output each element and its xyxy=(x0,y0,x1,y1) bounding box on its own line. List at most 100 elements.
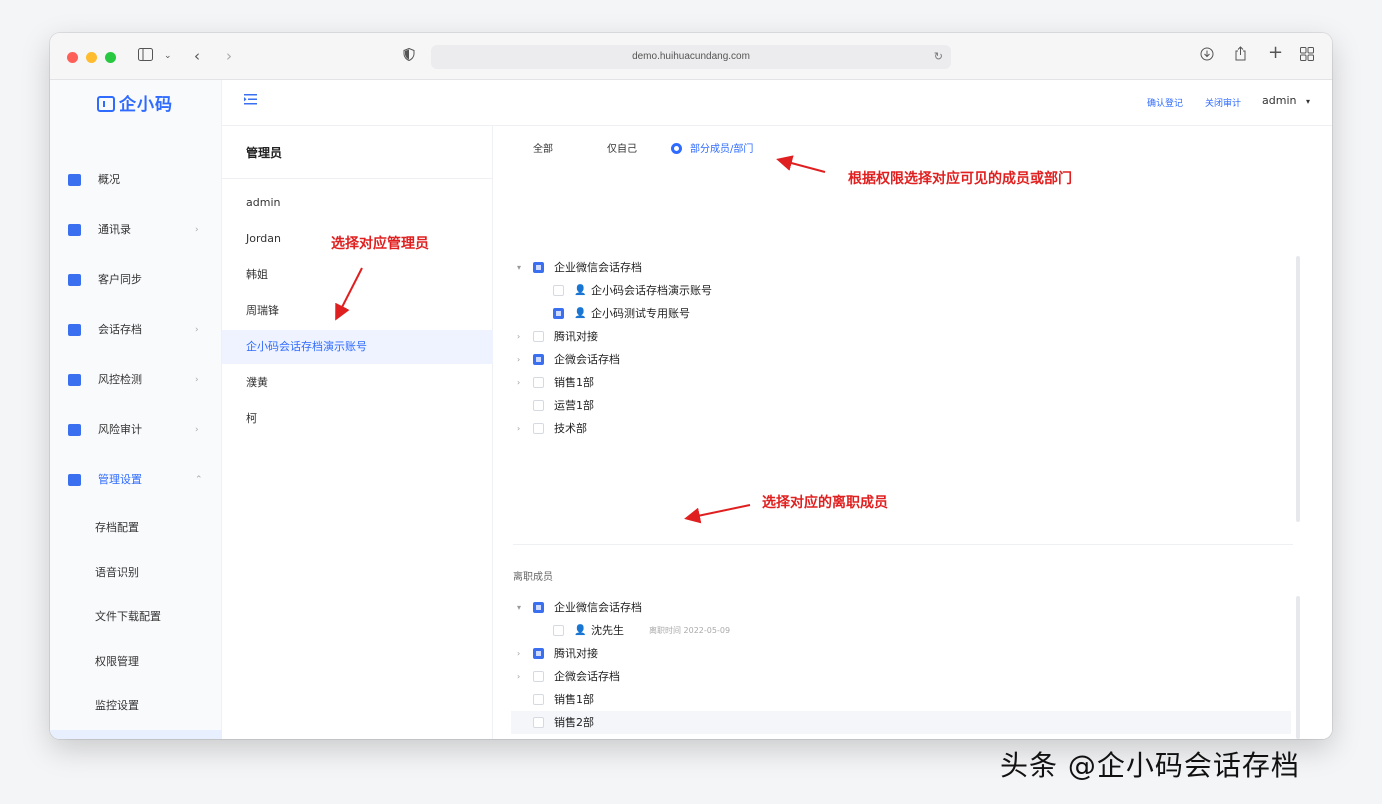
sidebar-subitem-label: 存档配置 xyxy=(95,521,139,534)
sidebar-item-0[interactable]: 概况 xyxy=(50,165,222,195)
minimize-window-button[interactable] xyxy=(86,52,97,63)
chevron-down-icon[interactable]: ⌄ xyxy=(164,46,172,66)
user-icon: 👤 xyxy=(574,308,587,319)
expand-caret-icon[interactable]: ▾ xyxy=(517,596,521,619)
tab-overview-icon[interactable] xyxy=(1300,46,1314,66)
chevron-icon: › xyxy=(195,225,199,235)
tree-checkbox[interactable] xyxy=(533,377,544,388)
tree-checkbox[interactable] xyxy=(533,423,544,434)
tree-dept-row[interactable]: 销售2部 xyxy=(511,711,1291,734)
tree-checkbox[interactable] xyxy=(533,262,544,273)
expand-caret-icon[interactable]: › xyxy=(517,371,520,394)
tree-member-row[interactable]: 👤 沈先生 离职时间 2022-05-09 xyxy=(511,619,1291,642)
resigned-scrollbar[interactable] xyxy=(1296,596,1300,739)
sidebar-subitem-label: 查看权限 xyxy=(95,730,139,739)
close-window-button[interactable] xyxy=(67,52,78,63)
browser-toolbar: ⌄ ‹ › demo.huihuacundang.com ↻ + xyxy=(50,33,1332,80)
reload-icon[interactable]: ↻ xyxy=(934,45,943,69)
admin-list-item[interactable]: 周瑞锋 xyxy=(222,294,493,328)
tree-checkbox[interactable] xyxy=(533,331,544,342)
settings-icon xyxy=(68,474,81,486)
tree-member-row[interactable]: 👤 企小码测试专用账号 xyxy=(511,302,1291,325)
forward-icon[interactable]: › xyxy=(226,46,232,66)
expand-caret-icon[interactable]: › xyxy=(517,348,520,371)
sidebar-subitem-5[interactable]: 查看权限 xyxy=(50,730,222,739)
admin-list-title: 管理员 xyxy=(246,146,283,160)
tree-dept-row[interactable]: ▾ 企业微信会话存档 xyxy=(511,256,1291,279)
share-icon[interactable] xyxy=(1234,46,1247,66)
tree-dept-row[interactable]: › 企微会话存档 xyxy=(511,348,1291,371)
zoom-window-button[interactable] xyxy=(105,52,116,63)
tree-dept-row[interactable]: › 销售1部 xyxy=(511,371,1291,394)
tree-dept-row[interactable]: 销售1部 xyxy=(511,688,1291,711)
tree-dept-row[interactable]: › 企微会话存档 xyxy=(511,665,1291,688)
tree-checkbox[interactable] xyxy=(553,285,564,296)
sidebar-item-3[interactable]: 会话存档 › xyxy=(50,315,222,345)
tree-checkbox[interactable] xyxy=(533,717,544,728)
tree-checkbox[interactable] xyxy=(533,648,544,659)
sidebar-item-5[interactable]: 风险审计 › xyxy=(50,415,222,445)
shield-icon[interactable] xyxy=(403,46,415,66)
sidebar-item-2[interactable]: 客户同步 xyxy=(50,265,222,295)
header-link-close-audit[interactable]: 关闭审计 xyxy=(1205,96,1241,109)
expand-caret-icon[interactable]: › xyxy=(517,665,520,688)
sidebar-subitem-0[interactable]: 存档配置 xyxy=(50,508,222,548)
admin-name: 韩姐 xyxy=(246,268,268,281)
tree-checkbox[interactable] xyxy=(533,602,544,613)
tree-checkbox[interactable] xyxy=(533,400,544,411)
tree-label: 运营1部 xyxy=(554,734,594,739)
admin-list-item[interactable]: admin xyxy=(222,186,493,220)
visibility-option-label: 仅自己 xyxy=(607,144,637,155)
divider xyxy=(222,178,492,179)
admin-name: admin xyxy=(246,196,281,209)
expand-caret-icon[interactable]: › xyxy=(517,325,520,348)
tree-checkbox[interactable] xyxy=(553,308,564,319)
members-scrollbar[interactable] xyxy=(1296,256,1300,522)
logo[interactable]: 企小码 xyxy=(97,90,173,115)
tree-label: 销售1部 xyxy=(554,376,594,389)
tree-dept-row[interactable]: ▾ 企业微信会话存档 xyxy=(511,596,1291,619)
visibility-option-0[interactable]: 全部 xyxy=(533,140,553,160)
tree-dept-row[interactable]: 运营1部 xyxy=(511,734,1291,739)
sidebar-item-label: 通讯录 xyxy=(98,223,131,236)
admin-name: Jordan xyxy=(246,232,281,245)
tree-checkbox[interactable] xyxy=(533,694,544,705)
download-icon[interactable] xyxy=(1200,46,1214,66)
visibility-option-1[interactable]: 仅自己 xyxy=(607,140,637,160)
tree-dept-row[interactable]: 运营1部 xyxy=(511,394,1291,417)
sidebar-item-4[interactable]: 风控检测 › xyxy=(50,365,222,395)
tree-member-row[interactable]: 👤 企小码会话存档演示账号 xyxy=(511,279,1291,302)
sidebar-subitem-3[interactable]: 权限管理 xyxy=(50,642,222,682)
tree-checkbox[interactable] xyxy=(553,625,564,636)
sidebar-subitem-4[interactable]: 监控设置 xyxy=(50,686,222,726)
tree-dept-row[interactable]: › 腾讯对接 xyxy=(511,325,1291,348)
expand-caret-icon[interactable]: › xyxy=(517,417,520,440)
collapse-menu-icon[interactable] xyxy=(244,94,257,109)
header-link-confirm[interactable]: 确认登记 xyxy=(1147,96,1183,109)
back-icon[interactable]: ‹ xyxy=(194,46,200,66)
visibility-option-2[interactable]: 部分成员/部门 xyxy=(671,140,753,160)
expand-caret-icon[interactable]: ▾ xyxy=(517,256,521,279)
admin-list-item[interactable]: 韩姐 xyxy=(222,258,493,292)
address-bar[interactable]: demo.huihuacundang.com ↻ xyxy=(431,45,951,69)
admin-list-item[interactable]: 柯 xyxy=(222,402,493,436)
admin-list-item[interactable]: 企小码会话存档演示账号 xyxy=(222,330,493,364)
admin-list-item[interactable]: 濮黄 xyxy=(222,366,493,400)
tree-dept-row[interactable]: › 技术部 xyxy=(511,417,1291,440)
annotation-select-resigned: 选择对应的离职成员 xyxy=(762,495,888,511)
user-menu[interactable]: admin ▾ xyxy=(1262,94,1310,107)
new-tab-icon[interactable]: + xyxy=(1268,43,1283,63)
tree-label: 腾讯对接 xyxy=(554,647,598,660)
tree-checkbox[interactable] xyxy=(533,671,544,682)
expand-caret-icon[interactable]: › xyxy=(517,642,520,665)
sidebar-subitem-1[interactable]: 语音识别 xyxy=(50,553,222,593)
resigned-section-label: 离职成员 xyxy=(513,572,553,583)
sidebar-item-6[interactable]: 管理设置 ⌃ xyxy=(50,465,222,495)
tree-label: 企业微信会话存档 xyxy=(554,601,642,614)
sidebar-toggle-icon[interactable] xyxy=(138,46,153,66)
sidebar-item-1[interactable]: 通讯录 › xyxy=(50,215,222,245)
sidebar-subitem-2[interactable]: 文件下载配置 xyxy=(50,597,222,637)
tree-checkbox[interactable] xyxy=(533,354,544,365)
browser-window: ⌄ ‹ › demo.huihuacundang.com ↻ + 企小码 概况通… xyxy=(50,33,1332,739)
tree-dept-row[interactable]: › 腾讯对接 xyxy=(511,642,1291,665)
